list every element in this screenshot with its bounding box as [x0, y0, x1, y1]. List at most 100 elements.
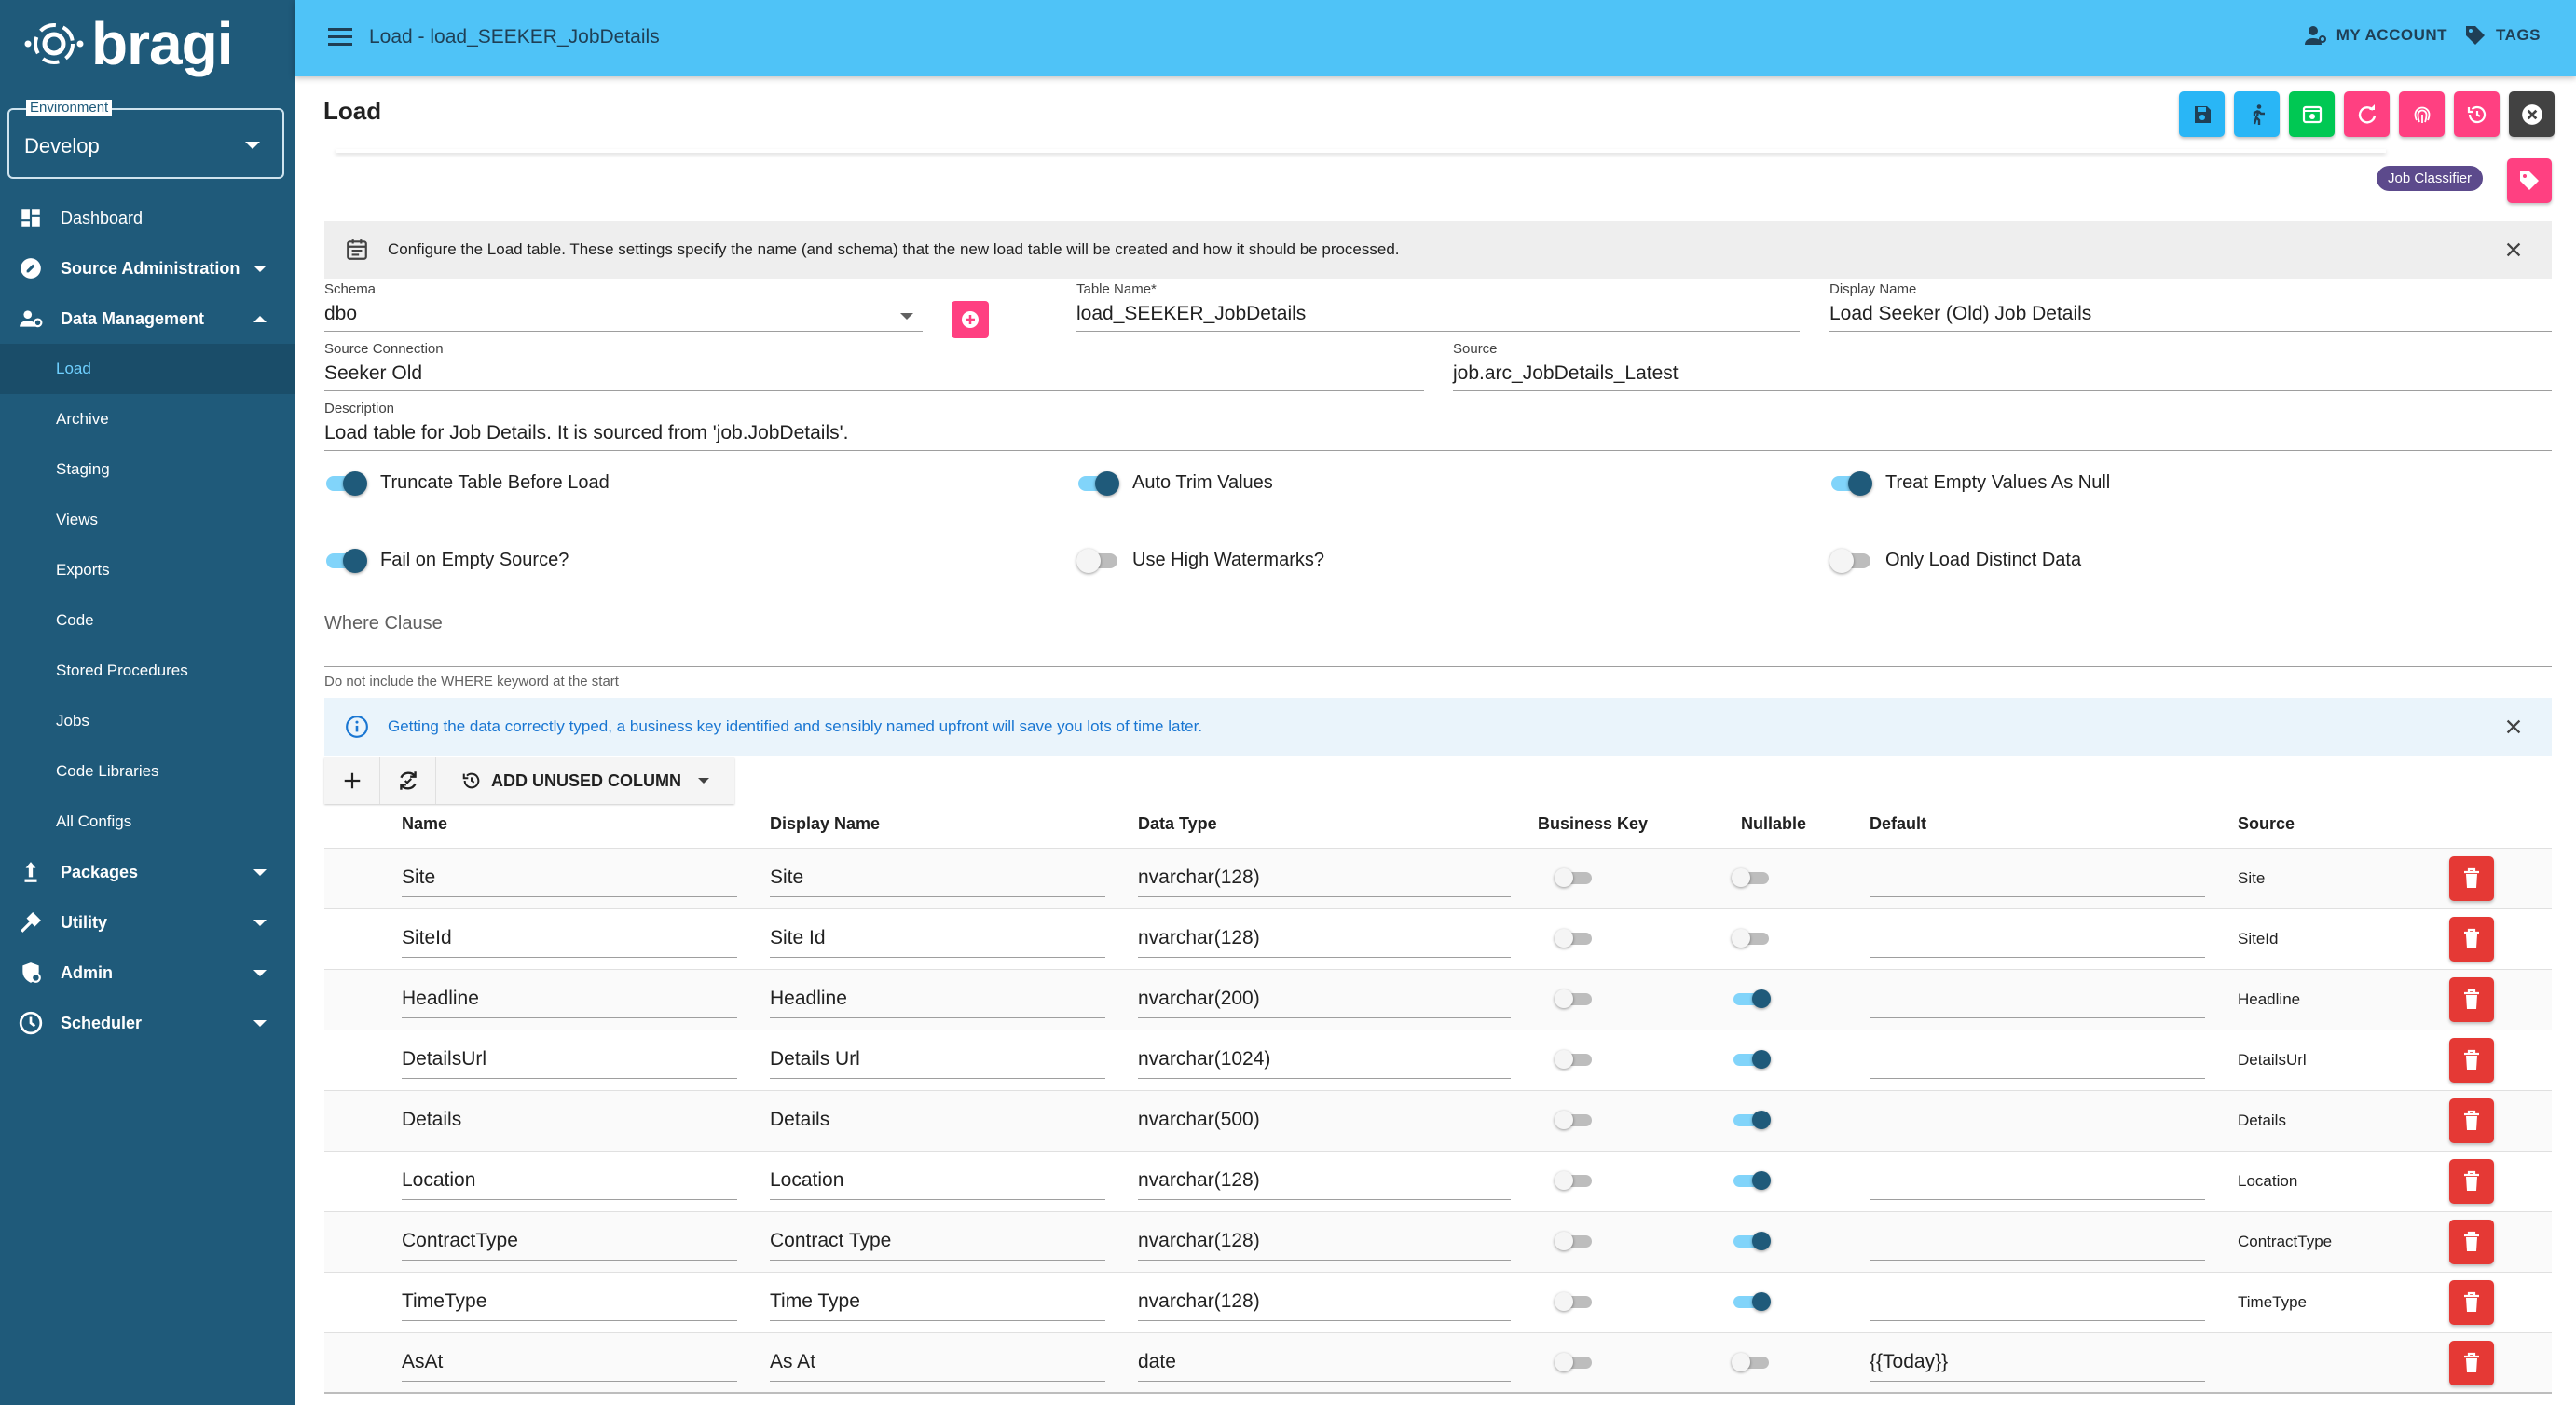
toggle-switch[interactable]	[1732, 1170, 1773, 1191]
column-name-input[interactable]: ContractType	[402, 1225, 737, 1261]
toggle-switch[interactable]	[324, 548, 367, 573]
toggle-switch[interactable]	[1829, 548, 1872, 573]
sidebar-item-data-management[interactable]: Data Management	[0, 293, 295, 344]
sidebar-item-code[interactable]: Code	[0, 595, 295, 646]
save-button[interactable]	[2179, 91, 2225, 137]
column-name-input[interactable]: TimeType	[402, 1286, 737, 1321]
toggle-switch[interactable]	[1555, 1231, 1596, 1251]
display-name-input[interactable]: Time Type	[770, 1286, 1105, 1321]
history-button[interactable]	[2454, 91, 2500, 137]
display-name-input[interactable]: Headline	[770, 983, 1105, 1018]
sidebar-item-stored-procedures[interactable]: Stored Procedures	[0, 646, 295, 696]
nullable-toggle[interactable]	[1732, 928, 1773, 948]
business-key-toggle[interactable]	[1555, 1291, 1596, 1312]
tags-button[interactable]: TAGS	[2464, 24, 2541, 47]
sidebar-item-utility[interactable]: Utility	[0, 897, 295, 948]
delete-row-button[interactable]	[2449, 1280, 2494, 1325]
sidebar-item-dashboard[interactable]: Dashboard	[0, 193, 295, 243]
nullable-toggle[interactable]	[1732, 1352, 1773, 1372]
toggle-switch[interactable]	[1732, 1049, 1773, 1070]
sidebar-item-load[interactable]: Load	[0, 344, 295, 394]
data-type-input[interactable]: nvarchar(128)	[1138, 1286, 1511, 1321]
business-key-toggle[interactable]	[1555, 1049, 1596, 1070]
data-type-input[interactable]: nvarchar(128)	[1138, 1225, 1511, 1261]
column-name-input[interactable]: SiteId	[402, 922, 737, 958]
add-schema-button[interactable]	[952, 301, 989, 338]
toggle-switch[interactable]	[1829, 471, 1872, 496]
distinct-data-toggle[interactable]: Only Load Distinct Data	[1829, 548, 2081, 573]
toggle-switch[interactable]	[1732, 1291, 1773, 1312]
toggle-switch[interactable]	[1076, 471, 1119, 496]
sidebar-item-archive[interactable]: Archive	[0, 394, 295, 444]
nullable-toggle[interactable]	[1732, 1049, 1773, 1070]
default-input[interactable]	[1870, 1044, 2205, 1079]
sidebar-item-jobs[interactable]: Jobs	[0, 696, 295, 746]
delete-row-button[interactable]	[2449, 1220, 2494, 1264]
where-clause-field[interactable]: Where Clause	[324, 596, 2552, 667]
sidebar-item-all-configs[interactable]: All Configs	[0, 797, 295, 847]
delete-row-button[interactable]	[2449, 1159, 2494, 1204]
toggle-switch[interactable]	[1555, 1110, 1596, 1130]
table-name-field[interactable]: Table Name* load_SEEKER_JobDetails	[1076, 281, 1800, 332]
default-input[interactable]	[1870, 1286, 2205, 1321]
close-button[interactable]	[2509, 91, 2555, 137]
source-connection-field[interactable]: Source Connection Seeker Old	[324, 341, 1424, 391]
bragi-logo[interactable]: bragi	[24, 9, 233, 78]
default-input[interactable]	[1870, 862, 2205, 897]
close-icon[interactable]	[2503, 716, 2524, 737]
default-input[interactable]	[1870, 1104, 2205, 1139]
environment-select[interactable]: Environment Develop	[7, 100, 284, 179]
add-column-button[interactable]	[324, 757, 380, 804]
close-icon[interactable]	[2503, 239, 2524, 260]
data-type-input[interactable]: nvarchar(128)	[1138, 862, 1511, 897]
description-field[interactable]: Description Load table for Job Details. …	[324, 401, 2552, 451]
add-tag-button[interactable]	[2507, 158, 2552, 203]
run-button[interactable]	[2234, 91, 2280, 137]
data-type-input[interactable]: nvarchar(128)	[1138, 1165, 1511, 1200]
toggle-switch[interactable]	[1732, 1110, 1773, 1130]
toggle-switch[interactable]	[1555, 1352, 1596, 1372]
display-name-input[interactable]: Details Url	[770, 1044, 1105, 1079]
business-key-toggle[interactable]	[1555, 1231, 1596, 1251]
nullable-toggle[interactable]	[1732, 989, 1773, 1009]
auto-trim-toggle[interactable]: Auto Trim Values	[1076, 471, 1273, 496]
source-field[interactable]: Source job.arc_JobDetails_Latest	[1453, 341, 2552, 391]
column-name-input[interactable]: Headline	[402, 983, 737, 1018]
sidebar-item-views[interactable]: Views	[0, 495, 295, 545]
business-key-toggle[interactable]	[1555, 928, 1596, 948]
delete-row-button[interactable]	[2449, 977, 2494, 1022]
delete-row-button[interactable]	[2449, 1098, 2494, 1143]
treat-empty-null-toggle[interactable]: Treat Empty Values As Null	[1829, 471, 2110, 496]
data-type-input[interactable]: date	[1138, 1346, 1511, 1382]
display-name-field[interactable]: Display Name Load Seeker (Old) Job Detai…	[1829, 281, 2552, 332]
toggle-switch[interactable]	[1732, 989, 1773, 1009]
column-name-input[interactable]: Location	[402, 1165, 737, 1200]
business-key-toggle[interactable]	[1555, 1110, 1596, 1130]
schema-select[interactable]: Schema dbo	[324, 281, 923, 332]
toggle-switch[interactable]	[1555, 989, 1596, 1009]
sidebar-item-code-libraries[interactable]: Code Libraries	[0, 746, 295, 797]
toggle-switch[interactable]	[1732, 928, 1773, 948]
display-name-input[interactable]: As At	[770, 1346, 1105, 1382]
display-name-input[interactable]: Site Id	[770, 922, 1105, 958]
default-input[interactable]	[1870, 922, 2205, 958]
nullable-toggle[interactable]	[1732, 1170, 1773, 1191]
nullable-toggle[interactable]	[1732, 867, 1773, 888]
data-type-input[interactable]: nvarchar(500)	[1138, 1104, 1511, 1139]
display-name-input[interactable]: Details	[770, 1104, 1105, 1139]
display-name-input[interactable]: Location	[770, 1165, 1105, 1200]
sidebar-item-admin[interactable]: Admin	[0, 948, 295, 998]
nullable-toggle[interactable]	[1732, 1291, 1773, 1312]
my-account-button[interactable]: MY ACCOUNT	[2304, 25, 2447, 46]
data-type-input[interactable]: nvarchar(1024)	[1138, 1044, 1511, 1079]
default-input[interactable]: {{Today}}	[1870, 1346, 2205, 1382]
toggle-switch[interactable]	[1732, 1231, 1773, 1251]
toggle-switch[interactable]	[1555, 928, 1596, 948]
add-unused-column-button[interactable]: ADD UNUSED COLUMN	[436, 757, 734, 804]
sidebar-item-scheduler[interactable]: Scheduler	[0, 998, 295, 1048]
truncate-toggle[interactable]: Truncate Table Before Load	[324, 471, 610, 496]
fail-empty-source-toggle[interactable]: Fail on Empty Source?	[324, 548, 569, 573]
delete-row-button[interactable]	[2449, 1341, 2494, 1385]
toggle-switch[interactable]	[324, 471, 367, 496]
default-input[interactable]	[1870, 1165, 2205, 1200]
